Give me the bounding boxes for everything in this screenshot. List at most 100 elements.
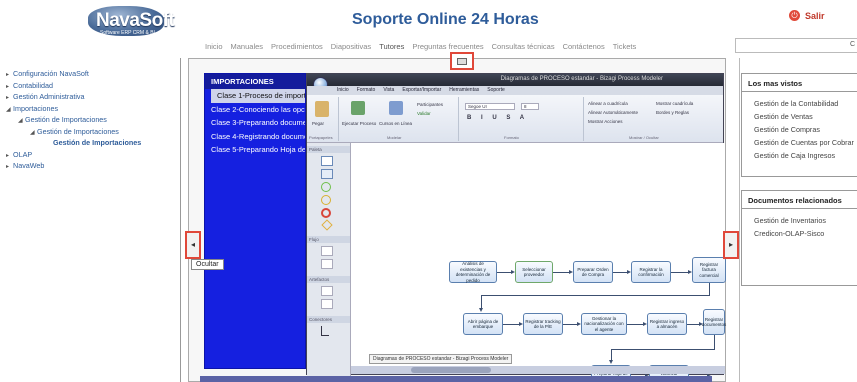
logo-name: NavaSoft	[96, 10, 175, 31]
tree-item-navaweb[interactable]: ▸ NavaWeb	[0, 160, 180, 172]
connector-icon[interactable]	[321, 326, 329, 336]
exit-label: Salir	[805, 10, 825, 21]
search-input[interactable]: C	[735, 38, 857, 53]
diagram-task[interactable]: Registrar la confirmación	[631, 261, 671, 283]
menu-vista[interactable]: Vista	[383, 86, 394, 95]
horizontal-scrollbar[interactable]	[351, 366, 725, 374]
edges-rules-option[interactable]: Bordes y Reglas	[656, 110, 689, 115]
tree-item-configuracion[interactable]: ▸ Configuración NavaSoft	[0, 68, 180, 80]
flow-arrow	[569, 270, 573, 274]
menu-formato[interactable]: Formato	[357, 86, 376, 95]
run-label: Ejecutar Proceso	[342, 121, 377, 126]
flow-connector	[687, 324, 699, 325]
diagram-task[interactable]: Registrar factura comercial	[692, 257, 726, 283]
nav-procedimientos[interactable]: Procedimientos	[271, 42, 323, 51]
flow-arrow	[511, 270, 515, 274]
run-process-icon[interactable]	[351, 101, 365, 115]
online-courses-icon[interactable]	[389, 101, 403, 115]
menu-herramientas[interactable]: Herramientas	[449, 86, 479, 95]
show-actions-option[interactable]: Mostrar Acciones	[588, 119, 623, 124]
menu-inicio[interactable]: Inicio	[337, 86, 349, 95]
group-icon[interactable]	[321, 299, 333, 309]
align-grid-option[interactable]: Alinear a cuadrícula	[588, 101, 628, 106]
font-select[interactable]: Segoe UI	[465, 103, 515, 110]
menu-exportar[interactable]: Exportar/Importar	[402, 86, 441, 95]
most-viewed-link[interactable]: Gestión de Caja Ingresos	[742, 148, 857, 161]
related-doc-link[interactable]: Credicon-OLAP-Sisco	[742, 226, 857, 239]
toggle-header-button[interactable]	[450, 52, 474, 70]
most-viewed-link[interactable]: Gestión de Compras	[742, 122, 857, 135]
gateway-icon[interactable]	[321, 219, 333, 231]
most-viewed-link[interactable]: Gestión de la Contabilidad	[742, 96, 857, 109]
flow-connector	[497, 272, 511, 273]
auto-align-option[interactable]: Alinear Automáticamente	[588, 110, 638, 115]
intermediate-event-icon[interactable]	[321, 195, 331, 205]
lesson-item[interactable]: Clase 3-Preparando documentos	[205, 116, 305, 130]
palette-section-artifacts: Artefactos	[307, 276, 350, 283]
diagram-task[interactable]: Seleccionar proveedor	[515, 261, 553, 283]
related-doc-link[interactable]: Gestión de Inventarios	[742, 213, 857, 226]
diagram-task[interactable]: Registrar documentos	[702, 309, 726, 335]
exit-button[interactable]: ⏻ Salir	[789, 10, 825, 21]
tree-item-contabilidad[interactable]: ▸ Contabilidad	[0, 80, 180, 92]
text-style-buttons[interactable]: B I U S A	[467, 115, 528, 121]
tree-item-importaciones[interactable]: ◢ Importaciones	[0, 103, 180, 115]
start-event-icon[interactable]	[321, 182, 331, 192]
task-shape-icon[interactable]	[321, 156, 333, 166]
navasoft-logo[interactable]: NavaSoft Software ERP CRM & BI	[86, 6, 175, 40]
nav-diapositivas[interactable]: Diapositivas	[331, 42, 371, 51]
collapse-left-button[interactable]: ◂	[185, 231, 201, 259]
flow-connector	[481, 295, 710, 296]
diagram-task[interactable]: Preparar Orden de Compra	[573, 261, 613, 283]
scroll-thumb[interactable]	[411, 367, 491, 373]
most-viewed-panel: Los mas vistos Gestión de la Contabilida…	[741, 73, 857, 177]
end-event-icon[interactable]	[321, 208, 331, 218]
lesson-item[interactable]: Clase 1-Proceso de importación	[211, 89, 305, 103]
paste-icon[interactable]	[315, 101, 329, 117]
nav-tickets[interactable]: Tickets	[613, 42, 636, 51]
nav-inicio[interactable]: Inicio	[205, 42, 223, 51]
lesson-item[interactable]: Clase 4-Registrando documentos	[205, 130, 305, 144]
tree-item-gestion-imp-selected[interactable]: Gestión de Importaciones	[0, 137, 180, 149]
ribbon-group-show-hide: Alinear a cuadrícula Alinear Automáticam…	[584, 97, 724, 141]
diagram-task[interactable]: Abrir página de embarque	[463, 313, 503, 335]
flow-arrow	[609, 360, 613, 364]
paste-label: Pegar	[312, 121, 325, 126]
tree-item-gestion-imp-2[interactable]: ◢ Gestión de Importaciones	[0, 126, 180, 138]
show-grid-option[interactable]: Mostrar cuadrícula	[656, 101, 693, 106]
tree-item-label: Gestión de Importaciones	[53, 138, 142, 147]
annotation-icon[interactable]	[321, 286, 333, 296]
most-viewed-link[interactable]: Gestión de Ventas	[742, 109, 857, 122]
menu-soporte[interactable]: Soporte	[487, 86, 505, 95]
chevron-left-icon: ◂	[190, 240, 195, 249]
nav-contactenos[interactable]: Contáctenos	[563, 42, 605, 51]
tree-item-olap[interactable]: ▸ OLAP	[0, 149, 180, 161]
document-tab[interactable]: Diagramas de PROCESO estandar - Bizagi P…	[369, 354, 513, 364]
document-icon[interactable]	[321, 259, 333, 269]
collapse-right-button[interactable]: ▸	[723, 231, 739, 259]
flow-connector	[481, 295, 482, 309]
diagram-task[interactable]: Registrar tracking de la P/E	[523, 313, 563, 335]
diagram-canvas[interactable]: Análisis de existencias y determinación …	[351, 143, 726, 382]
lesson-item[interactable]: Clase 5-Preparando Hoja de costo	[205, 143, 305, 157]
viewer-scrollbar[interactable]	[200, 376, 712, 382]
participants-label[interactable]: Participantes	[417, 102, 443, 107]
diagram-task[interactable]: Gestionar la nacionalización con el agen…	[581, 313, 627, 335]
validate-label[interactable]: Validar	[417, 111, 431, 116]
diagram-task[interactable]: Registrar ingreso a almacén	[647, 313, 687, 335]
data-object-icon[interactable]	[321, 246, 333, 256]
nav-tutores[interactable]: Tutores	[379, 42, 404, 51]
subprocess-shape-icon[interactable]	[321, 169, 333, 179]
lesson-item[interactable]: Clase 2-Conociendo las opciones	[205, 103, 305, 117]
top-navigation: Inicio Manuales Procedimientos Diapositi…	[205, 42, 636, 51]
nav-consultas[interactable]: Consultas técnicas	[492, 42, 555, 51]
most-viewed-link[interactable]: Gestión de Cuentas por Cobrar	[742, 135, 857, 148]
tree-item-gestion-imp-1[interactable]: ◢ Gestión de Importaciones	[0, 114, 180, 126]
font-size-select[interactable]: 8	[521, 103, 539, 110]
tree-item-gestion-admin[interactable]: ▸ Gestión Administrativa	[0, 91, 180, 103]
nav-preguntas[interactable]: Preguntas frecuentes	[412, 42, 483, 51]
tree-item-label: Importaciones	[13, 103, 59, 113]
diagram-task[interactable]: Análisis de existencias y determinación …	[449, 261, 497, 283]
flow-arrow	[699, 322, 703, 326]
nav-manuales[interactable]: Manuales	[231, 42, 264, 51]
